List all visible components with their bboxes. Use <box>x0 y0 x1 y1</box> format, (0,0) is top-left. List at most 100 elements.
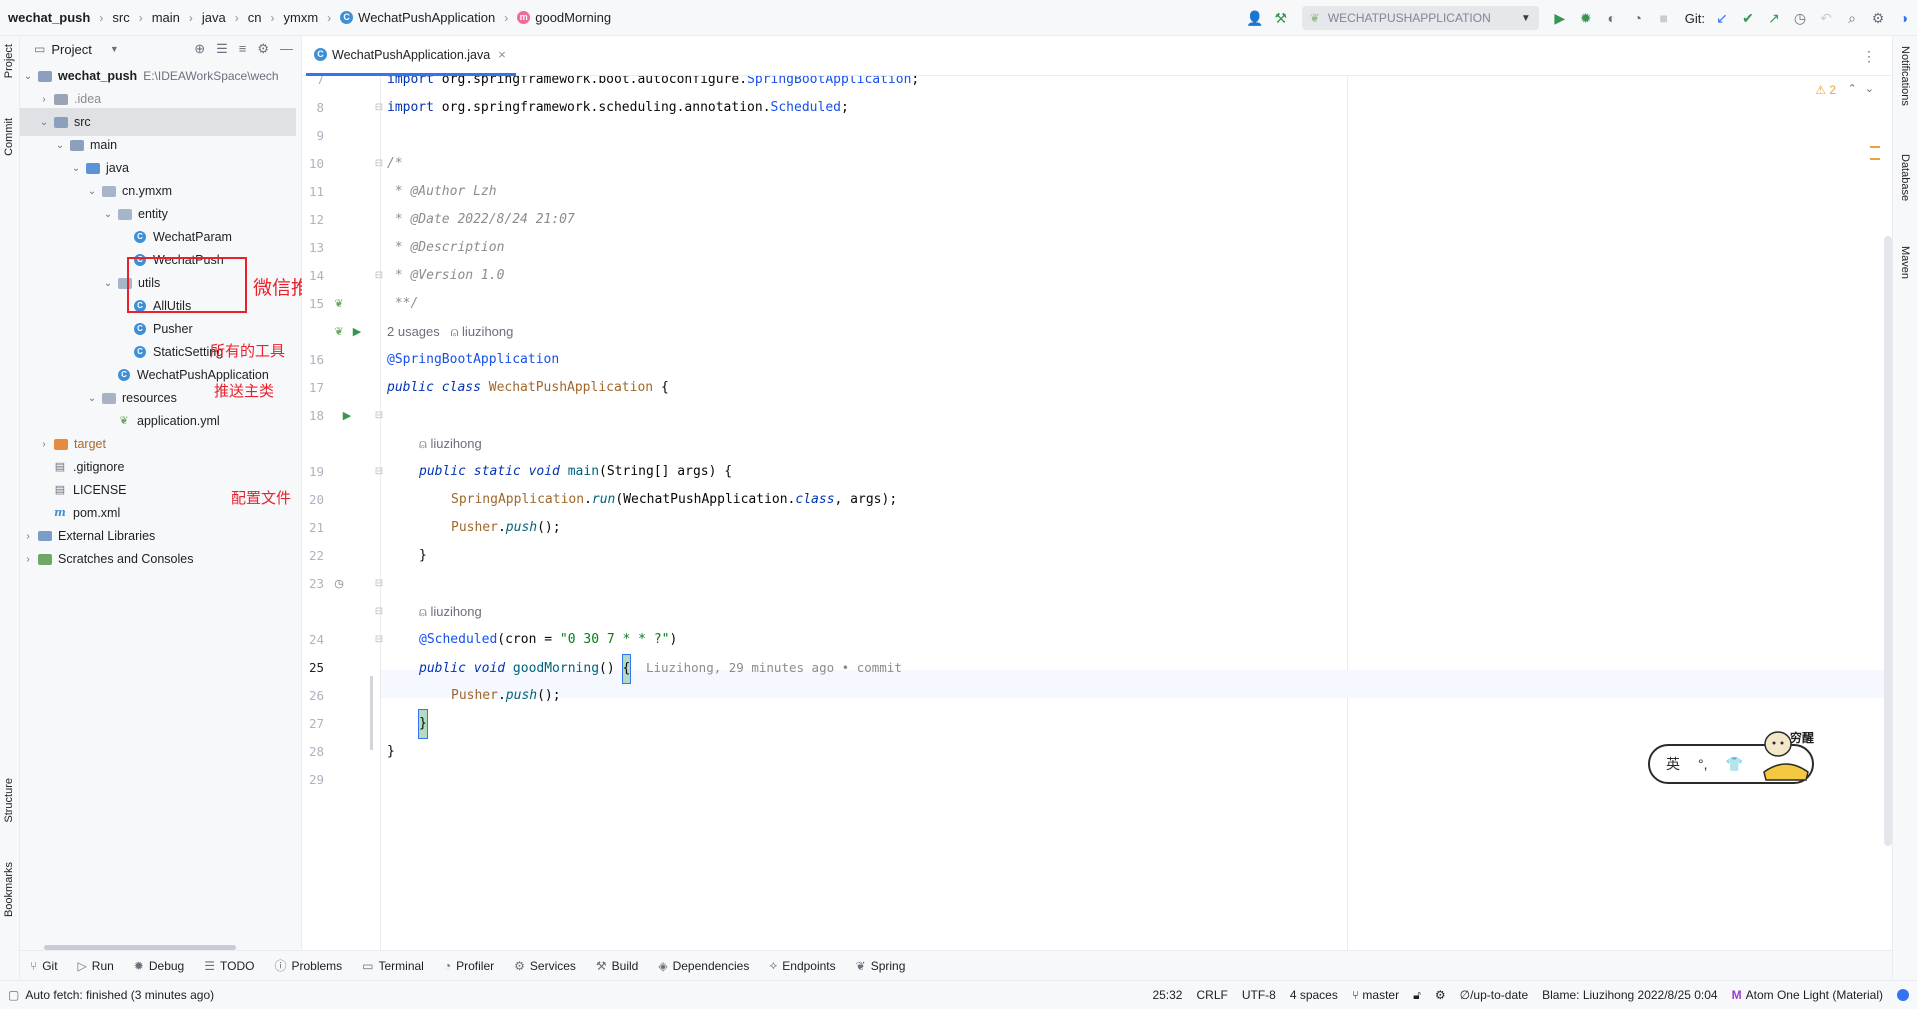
ime-mode-label[interactable]: 英 <box>1666 754 1680 774</box>
tool-dependencies-button[interactable]: ◈ Dependencies <box>658 959 749 973</box>
chevron-down-icon[interactable]: ⌄ <box>84 393 100 404</box>
debug-icon[interactable]: ✹ <box>1573 5 1599 31</box>
chevron-down-icon[interactable]: ⌄ <box>100 278 116 289</box>
tool-git-button[interactable]: ⑂ Git <box>30 959 58 973</box>
breadcrumb-ymxm[interactable]: ymxm <box>283 10 318 25</box>
project-tool-button[interactable]: Project <box>3 44 15 78</box>
blame-status[interactable]: Blame: Liuzihong 2022/8/25 0:04 <box>1542 988 1717 1002</box>
tool-debug-button[interactable]: ✹ Debug <box>134 959 184 973</box>
expand-all-icon[interactable]: ☰ <box>216 41 228 57</box>
lock-icon[interactable]: 🔓︎ <box>1413 988 1421 1003</box>
plugin-icon[interactable]: ◑ <box>1891 5 1917 31</box>
close-icon[interactable]: × <box>498 47 506 62</box>
tool-endpoints-button[interactable]: ⟡ Endpoints <box>769 958 835 973</box>
tree-item-scratches[interactable]: › Scratches and Consoles <box>20 545 302 573</box>
search-icon[interactable]: ⌕ <box>1839 5 1865 31</box>
breadcrumb-src[interactable]: src <box>112 10 129 25</box>
bookmarks-tool-button[interactable]: Bookmarks <box>3 862 15 917</box>
spring-bean-icon[interactable]: ❦ <box>332 318 346 346</box>
tool-profiler-button[interactable]: ◔ Profiler <box>444 959 494 973</box>
git-push-icon[interactable]: ↗ <box>1761 5 1787 31</box>
notifications-tool-button[interactable]: Notifications <box>1899 46 1911 106</box>
fold-icon[interactable]: ⊟ <box>372 150 386 178</box>
git-commit-icon[interactable]: ✔ <box>1735 5 1761 31</box>
fold-icon[interactable]: ⊟ <box>372 570 386 598</box>
run-gutter-icon[interactable]: ▶ <box>340 402 354 430</box>
schedule-clock-icon[interactable]: ◷ <box>332 570 346 598</box>
more-vertical-icon[interactable]: ⋮ <box>1862 48 1876 65</box>
coverage-icon[interactable]: ◐ <box>1599 5 1625 31</box>
warning-indicator[interactable]: ⚠ 2 <box>1815 83 1836 97</box>
run-icon[interactable]: ▶ <box>1547 5 1573 31</box>
chevron-right-icon[interactable]: › <box>36 439 52 450</box>
gear-icon[interactable]: ⚙ <box>1865 5 1891 31</box>
breadcrumb-project[interactable]: wechat_push <box>8 10 90 25</box>
vcs-change-marker[interactable] <box>370 676 373 750</box>
chevron-right-icon[interactable]: › <box>36 94 52 105</box>
author-hint[interactable]: ⍝ liuzihong <box>419 598 482 626</box>
breadcrumb-method[interactable]: m goodMorning <box>517 10 611 25</box>
fold-icon[interactable]: ⊟ <box>372 598 386 626</box>
spring-bean-icon[interactable]: ❦ <box>332 290 346 318</box>
chevron-down-icon[interactable]: ▼ <box>110 44 119 54</box>
fold-icon[interactable]: ⊟ <box>372 262 386 290</box>
tool-run-button[interactable]: ▷ Run <box>78 959 114 973</box>
chevron-right-icon[interactable]: › <box>20 554 36 565</box>
chevron-down-icon[interactable]: ⌄ <box>68 163 84 174</box>
history-icon[interactable]: ◷ <box>1787 5 1813 31</box>
plugin-status-icon[interactable]: ⚙ <box>1435 988 1446 1002</box>
indent-setting[interactable]: 4 spaces <box>1290 988 1338 1002</box>
commit-tool-button[interactable]: Commit <box>3 118 15 156</box>
notification-dot-icon[interactable] <box>1897 989 1909 1001</box>
fold-icon[interactable]: ⊟ <box>372 626 386 654</box>
shirt-icon[interactable]: 👕 <box>1726 756 1743 773</box>
author-hint[interactable]: ⍝ liuzihong <box>419 430 482 458</box>
stop-icon[interactable]: ■ <box>1651 5 1677 31</box>
tool-todo-button[interactable]: ☰ TODO <box>204 959 254 973</box>
maven-tool-button[interactable]: Maven <box>1899 246 1911 279</box>
run-configuration-select[interactable]: ❦ WECHATPUSHAPPLICATION ▼ <box>1301 6 1539 30</box>
breadcrumb-java[interactable]: java <box>202 10 226 25</box>
tab-wechatpushapplication[interactable]: C WechatPushApplication.java × <box>306 36 516 76</box>
chevron-right-icon[interactable]: › <box>20 531 36 542</box>
fold-icon[interactable]: ⊟ <box>372 94 386 122</box>
breadcrumb-main[interactable]: main <box>152 10 180 25</box>
profile-icon[interactable]: ◔ <box>1625 5 1651 31</box>
warning-stripe[interactable] <box>1870 146 1880 148</box>
git-update-icon[interactable]: ↙ <box>1709 5 1735 31</box>
run-gutter-icon[interactable]: ▶ <box>350 318 364 346</box>
git-blame-inline[interactable]: Liuzihong, 29 minutes ago • commit <box>646 660 902 675</box>
usages-hint[interactable]: 2 usages ⍝ liuzihong <box>387 318 513 346</box>
tool-terminal-button[interactable]: ▭ Terminal <box>362 959 424 973</box>
chevron-down-icon[interactable]: ⌄ <box>84 186 100 197</box>
collapse-all-icon[interactable]: ≡ <box>239 41 247 57</box>
warning-stripe[interactable] <box>1870 158 1880 160</box>
build-hammer-icon[interactable]: ⚒ <box>1268 5 1294 31</box>
tool-spring-button[interactable]: ❦ Spring <box>856 959 906 973</box>
theme-switcher[interactable]: M Atom One Light (Material) <box>1732 988 1883 1002</box>
chevron-down-icon[interactable]: ⌄ <box>20 71 36 82</box>
caret-position[interactable]: 25:32 <box>1152 988 1182 1002</box>
rollback-icon[interactable]: ↶ <box>1813 5 1839 31</box>
file-encoding[interactable]: UTF-8 <box>1242 988 1276 1002</box>
prev-next-highlight-icon[interactable]: ⌃⌄ <box>1848 82 1882 95</box>
database-tool-button[interactable]: Database <box>1899 154 1911 201</box>
square-icon[interactable]: ▢ <box>8 988 19 1002</box>
vertical-scrollbar[interactable] <box>1884 236 1892 846</box>
fold-icon[interactable]: ⊟ <box>372 458 386 486</box>
tool-build-button[interactable]: ⚒ Build <box>596 959 638 973</box>
locate-icon[interactable]: ⊕ <box>194 41 205 57</box>
vcs-status[interactable]: ∅/up-to-date <box>1460 988 1529 1002</box>
chevron-down-icon[interactable]: ⌄ <box>36 117 52 128</box>
tool-problems-button[interactable]: ⓘ Problems <box>274 957 342 974</box>
breadcrumb-class[interactable]: C WechatPushApplication <box>340 10 495 25</box>
structure-tool-button[interactable]: Structure <box>3 778 15 823</box>
tool-services-button[interactable]: ⚙ Services <box>514 959 576 973</box>
chevron-down-icon[interactable]: ⌄ <box>100 209 116 220</box>
chevron-down-icon[interactable]: ⌄ <box>52 140 68 151</box>
line-separator[interactable]: CRLF <box>1196 988 1227 1002</box>
ime-punct-label[interactable]: °, <box>1698 756 1708 772</box>
hide-icon[interactable]: — <box>280 41 293 57</box>
code-editor[interactable]: ⚠ 2 ⌃⌄ 7 8 9 10 11 12 13 14 15 16 17 18 … <box>302 76 1892 950</box>
user-icon[interactable]: 👤 <box>1242 5 1268 31</box>
